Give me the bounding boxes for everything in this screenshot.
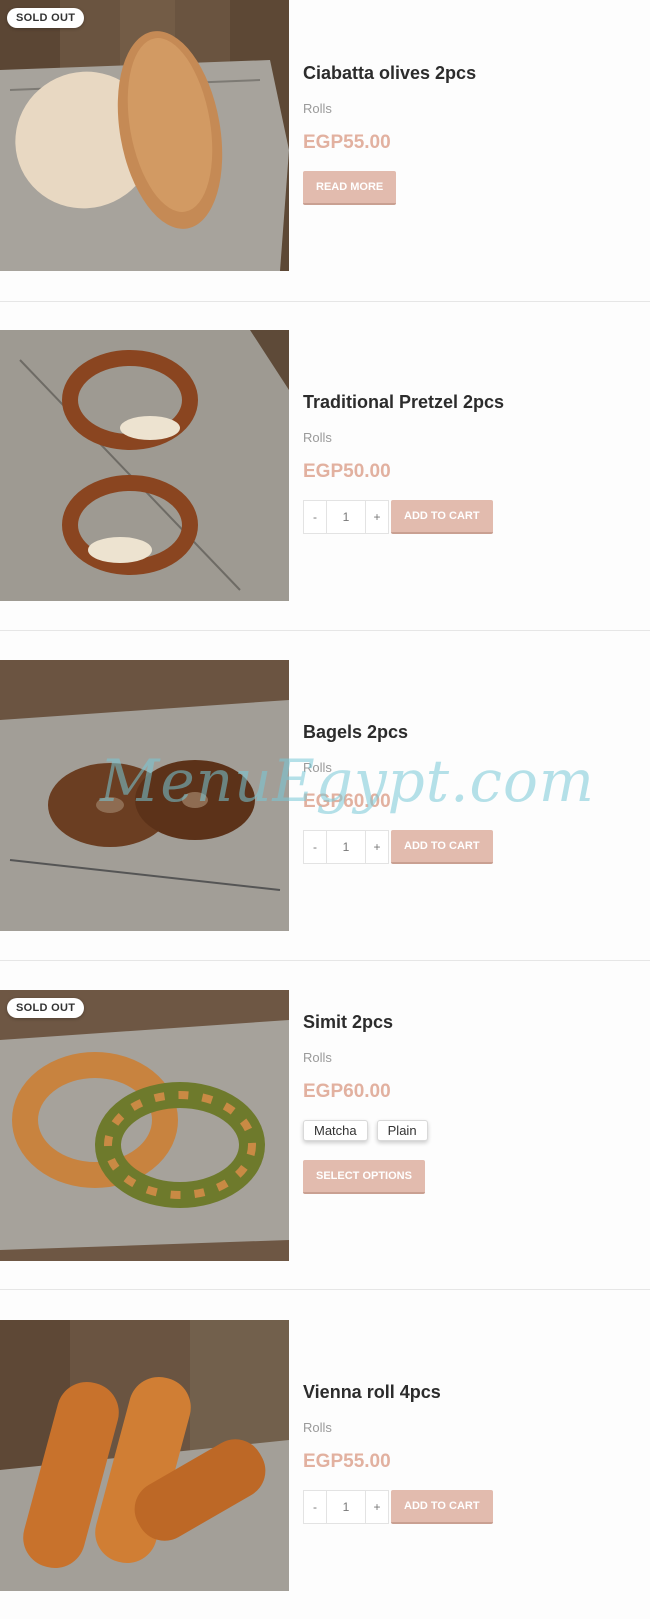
read-more-button[interactable]: READ MORE [303,171,397,205]
product-image-pretzel[interactable] [0,330,289,601]
pretzel-image [0,330,289,601]
quantity-stepper: - 1 + [303,500,389,534]
qty-minus-button[interactable]: - [304,1491,326,1523]
product-price: EGP60.00 [303,1081,391,1102]
product-card: SOLD OUT Ciabatta olives 2pcs Rolls EGP5… [0,0,650,271]
option-swatch-matcha[interactable]: Matcha [303,1120,368,1141]
row-divider [0,1289,650,1290]
product-card: Traditional Pretzel 2pcs Rolls EGP50.00 … [0,330,650,601]
option-swatches: Matcha Plain [303,1120,428,1141]
add-to-cart-button[interactable]: ADD TO CART [391,1490,493,1524]
product-image-simit[interactable]: SOLD OUT [0,990,289,1261]
quantity-stepper: - 1 + [303,1490,389,1524]
product-info: Simit 2pcs Rolls EGP60.00 Matcha Plain S… [303,990,643,1261]
product-card: Bagels 2pcs Rolls EGP60.00 - 1 + ADD TO … [0,660,650,931]
product-price: EGP55.00 [303,1451,391,1472]
row-divider [0,960,650,961]
product-image-bagels[interactable] [0,660,289,931]
sold-out-badge: SOLD OUT [7,998,85,1018]
bagels-image [0,660,289,931]
product-card: Vienna roll 4pcs Rolls EGP55.00 - 1 + AD… [0,1320,650,1591]
qty-plus-button[interactable]: + [366,1491,388,1523]
qty-plus-button[interactable]: + [366,831,388,863]
add-to-cart-button[interactable]: ADD TO CART [391,500,493,534]
product-card: SOLD OUT Simit 2pcs Rolls EGP60.00 Match… [0,990,650,1261]
row-divider [0,630,650,631]
simit-image [0,990,289,1261]
sold-out-badge: SOLD OUT [7,8,85,28]
qty-input[interactable]: 1 [326,501,366,533]
quantity-stepper: - 1 + [303,830,389,864]
select-options-button[interactable]: SELECT OPTIONS [303,1160,425,1194]
product-category[interactable]: Rolls [303,1050,332,1065]
ciabatta-image [0,0,289,271]
option-swatch-plain[interactable]: Plain [376,1120,428,1141]
product-category[interactable]: Rolls [303,760,332,775]
product-category[interactable]: Rolls [303,1420,332,1435]
product-title[interactable]: Traditional Pretzel 2pcs [303,392,504,413]
qty-minus-button[interactable]: - [304,501,326,533]
product-info: Traditional Pretzel 2pcs Rolls EGP50.00 … [303,330,643,601]
product-title[interactable]: Vienna roll 4pcs [303,1382,441,1403]
product-list: SOLD OUT Ciabatta olives 2pcs Rolls EGP5… [0,0,650,1619]
product-price: EGP55.00 [303,132,391,153]
product-title[interactable]: Ciabatta olives 2pcs [303,63,476,84]
product-price: EGP60.00 [303,791,391,812]
product-category[interactable]: Rolls [303,101,332,116]
product-title[interactable]: Simit 2pcs [303,1012,393,1033]
product-info: Bagels 2pcs Rolls EGP60.00 - 1 + ADD TO … [303,660,643,931]
product-image-vienna-roll[interactable] [0,1320,289,1591]
product-image-ciabatta[interactable]: SOLD OUT [0,0,289,271]
product-info: Ciabatta olives 2pcs Rolls EGP55.00 READ… [303,0,643,271]
product-title[interactable]: Bagels 2pcs [303,722,408,743]
add-to-cart-button[interactable]: ADD TO CART [391,830,493,864]
qty-plus-button[interactable]: + [366,501,388,533]
qty-minus-button[interactable]: - [304,831,326,863]
product-info: Vienna roll 4pcs Rolls EGP55.00 - 1 + AD… [303,1320,643,1591]
product-price: EGP50.00 [303,461,391,482]
vienna-roll-image [0,1320,289,1591]
qty-input[interactable]: 1 [326,1491,366,1523]
qty-input[interactable]: 1 [326,831,366,863]
product-category[interactable]: Rolls [303,430,332,445]
row-divider [0,301,650,302]
